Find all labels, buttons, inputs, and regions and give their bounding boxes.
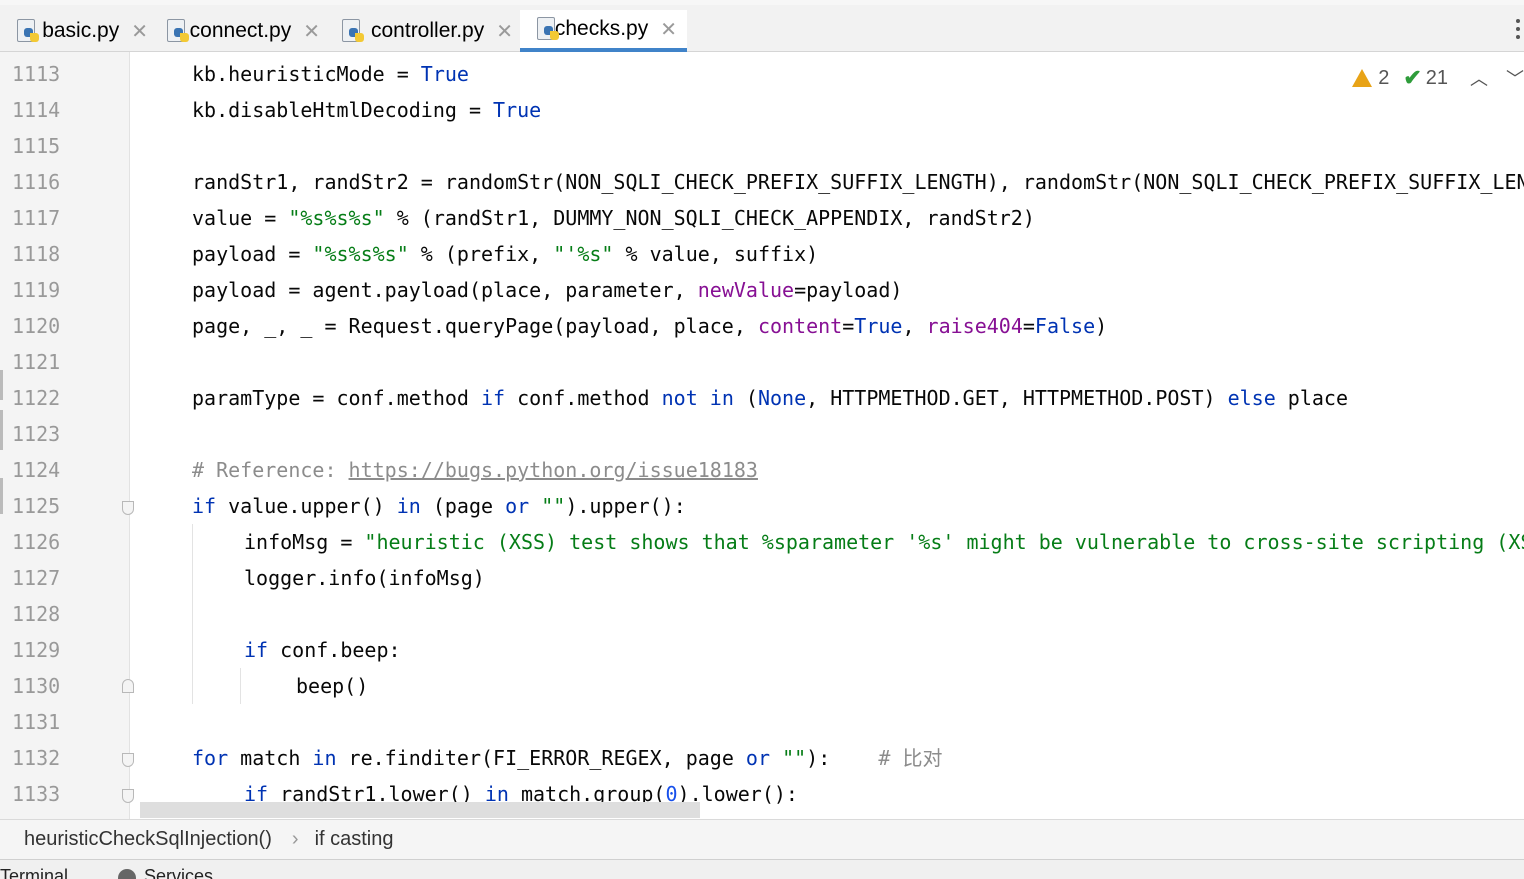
code-line-1127: logger.info(infoMsg) xyxy=(244,566,485,590)
line-number: 1118 xyxy=(12,242,61,266)
code-line-1118: payload = "%s%s%s" % (prefix, "'%s" % va… xyxy=(192,242,819,266)
line-number: 1114 xyxy=(12,98,61,122)
code-line-1120: page, _, _ = Request.queryPage(payload, … xyxy=(192,314,1108,338)
line-number: 1129 xyxy=(12,638,61,662)
inspection-widget[interactable]: 2 ✔ 21 ︿ ﹀ xyxy=(1352,64,1524,92)
indent-guide xyxy=(192,524,193,704)
code-line-1124: # Reference: https://bugs.python.org/iss… xyxy=(192,458,758,482)
line-number: 1127 xyxy=(12,566,61,590)
fold-toggle[interactable] xyxy=(122,753,134,767)
code-line-1119: payload = agent.payload(place, parameter… xyxy=(192,278,903,302)
gutter-marker xyxy=(0,478,3,514)
breadcrumb-function[interactable]: heuristicCheckSqlInjection() xyxy=(24,828,272,851)
breadcrumb: heuristicCheckSqlInjection() › if castin… xyxy=(0,819,1524,859)
indent-guide xyxy=(240,668,241,704)
line-number: 1121 xyxy=(12,350,61,374)
fold-toggle[interactable] xyxy=(122,679,134,693)
fold-toggle[interactable] xyxy=(122,789,134,803)
line-number: 1133 xyxy=(12,782,61,806)
python-file-icon xyxy=(16,19,39,43)
line-number: 1131 xyxy=(12,710,61,734)
code-line-1122: paramType = conf.method if conf.method n… xyxy=(192,386,1348,410)
chevron-right-icon: › xyxy=(291,828,299,850)
code-line-1126: infoMsg = "heuristic (XSS) test shows th… xyxy=(244,530,1524,554)
line-number: 1128 xyxy=(12,602,61,626)
tab-label: controller.py xyxy=(371,19,485,42)
horizontal-scrollbar[interactable] xyxy=(140,802,700,818)
typo-check-icon: ✔ xyxy=(1403,65,1422,90)
fold-toggle[interactable] xyxy=(122,501,134,515)
close-icon[interactable]: ✕ xyxy=(303,19,320,44)
close-icon[interactable]: ✕ xyxy=(496,19,513,44)
warning-icon xyxy=(1352,69,1373,87)
tab-label: basic.py xyxy=(42,19,120,42)
terminal-tab[interactable]: Terminal xyxy=(0,866,68,879)
line-number: 1120 xyxy=(12,314,61,338)
close-icon[interactable]: ✕ xyxy=(131,19,148,44)
reference-link[interactable]: https://bugs.python.org/issue18183 xyxy=(349,458,758,482)
gutter-marker xyxy=(0,410,3,450)
warning-count: 2 xyxy=(1378,66,1390,89)
chevron-down-icon[interactable]: ﹀ xyxy=(1506,65,1524,91)
python-file-icon xyxy=(341,19,365,43)
line-number-gutter: 1113 1114 1115 1116 1117 1118 1119 1120 … xyxy=(0,52,134,819)
close-icon[interactable]: ✕ xyxy=(660,17,677,42)
tab-basic-py[interactable]: basic.py ✕ xyxy=(0,10,158,52)
line-number: 1132 xyxy=(12,746,61,770)
editor-tab-bar: basic.py ✕ connect.py ✕ controller.py ✕ … xyxy=(0,0,1524,52)
python-file-icon xyxy=(166,19,189,43)
line-number: 1125 xyxy=(12,494,61,518)
line-number: 1115 xyxy=(12,134,61,158)
code-line-1114: kb.disableHtmlDecoding = True xyxy=(192,98,542,122)
line-number: 1130 xyxy=(12,674,61,698)
chevron-up-icon[interactable]: ︿ xyxy=(1470,65,1488,91)
tab-label: connect.py xyxy=(189,19,292,42)
line-number: 1126 xyxy=(12,530,61,554)
tab-label: checks.py xyxy=(554,17,649,40)
code-editor[interactable]: kb.heuristicMode = True kb.disableHtmlDe… xyxy=(140,52,1524,819)
line-number: 1119 xyxy=(12,278,61,302)
line-number: 1124 xyxy=(12,458,61,482)
tab-checks-py[interactable]: checks.py ✕ xyxy=(520,10,687,52)
services-tab[interactable]: Services xyxy=(144,866,213,879)
code-line-1129: if conf.beep: xyxy=(244,638,401,662)
code-line-1132: for match in re.finditer(FI_ERROR_REGEX,… xyxy=(192,746,943,770)
code-line-1117: value = "%s%s%s" % (randStr1, DUMMY_NON_… xyxy=(192,206,1035,230)
more-tabs-icon[interactable] xyxy=(1516,19,1522,43)
line-number: 1123 xyxy=(12,422,61,446)
code-line-1125: if value.upper() in (page or "").upper()… xyxy=(192,494,686,518)
breadcrumb-block[interactable]: if casting xyxy=(315,828,394,851)
line-number: 1117 xyxy=(12,206,61,230)
gutter-marker xyxy=(0,370,3,400)
line-number: 1113 xyxy=(12,62,61,86)
python-file-icon xyxy=(536,17,559,41)
services-icon xyxy=(118,869,136,879)
weak-warning-count: 21 xyxy=(1425,66,1448,89)
line-number: 1116 xyxy=(12,170,61,194)
code-line-1116: randStr1, randStr2 = randomStr(NON_SQLI_… xyxy=(192,170,1524,194)
tool-window-bar: Terminal Services xyxy=(0,859,1524,879)
code-line-1113: kb.heuristicMode = True xyxy=(192,62,469,86)
code-line-1130: beep() xyxy=(296,674,369,698)
tab-controller-py[interactable]: controller.py ✕ xyxy=(325,10,525,52)
tab-connect-py[interactable]: connect.py ✕ xyxy=(150,10,330,52)
line-number: 1122 xyxy=(12,386,61,410)
